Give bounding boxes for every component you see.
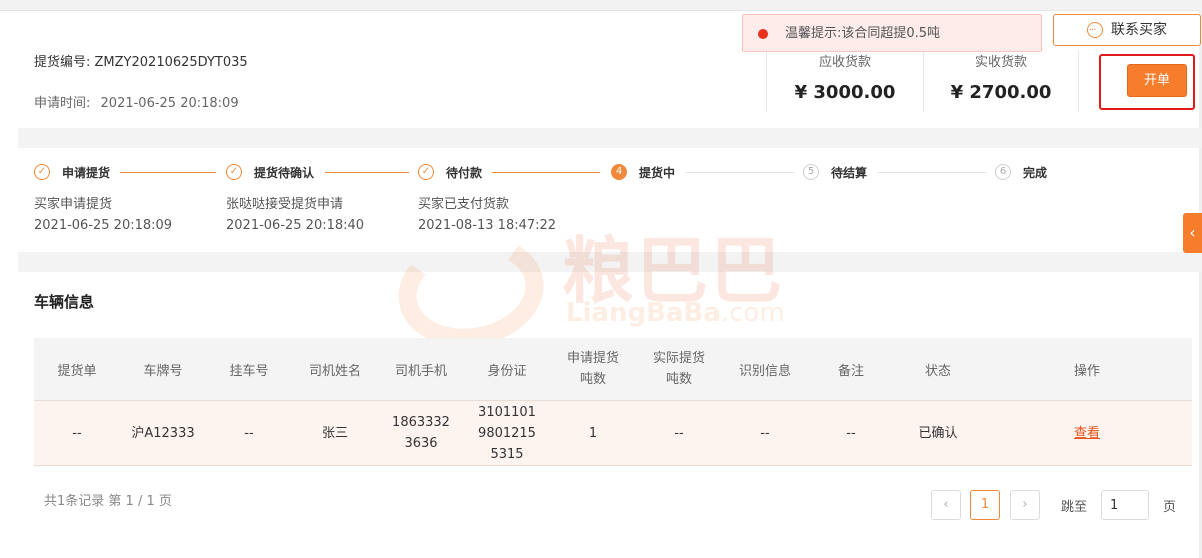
view-link[interactable]: 查看 <box>1074 426 1100 441</box>
order-code-value: ZMZY20210625DYT035 <box>94 55 248 70</box>
cell-apply-tons: 1 <box>550 400 636 466</box>
top-bar <box>0 0 1202 11</box>
step-connector <box>878 172 986 173</box>
cell-recognition: -- <box>722 400 808 466</box>
chevron-left-icon: ‹ <box>1189 223 1196 242</box>
step-label: 提货待确认 <box>254 166 315 180</box>
column-header: 提货单 <box>34 338 120 401</box>
check-icon: ✓ <box>226 164 242 180</box>
divider <box>1078 50 1079 112</box>
page-current[interactable]: 1 <box>970 490 1000 520</box>
vehicle-table: 提货单 车牌号 挂车号 司机姓名 司机手机 身份证 申请提货吨数 实际提货吨数 … <box>34 338 1192 466</box>
received-box: 实收货款 ¥ 2700.00 <box>923 51 1079 103</box>
step-connector <box>492 172 600 173</box>
step-connector <box>325 172 409 173</box>
step-label: 完成 <box>1023 166 1048 180</box>
chat-icon <box>1087 16 1103 46</box>
apply-time: 申请时间: 2021-06-25 20:18:09 <box>34 92 239 111</box>
cell-id-wrap: 310110198012155315 <box>464 400 550 466</box>
column-header-text: 申请提货吨数 <box>566 351 619 387</box>
cell-driver: 张三 <box>292 400 378 466</box>
received-label: 实收货款 <box>974 55 1027 70</box>
step-desc: 张哒哒接受提货申请 <box>226 197 344 212</box>
step-label: 待结算 <box>831 166 868 180</box>
order-code: 提货编号: ZMZY20210625DYT035 <box>34 51 248 70</box>
received-value: ¥ 2700.00 <box>950 82 1052 103</box>
separator-band <box>18 128 1202 148</box>
separator-band <box>18 252 1202 272</box>
column-header: 操作 <box>982 338 1192 401</box>
alert-text: 温馨提示:该合同超提0.5吨 <box>785 26 941 41</box>
cell-actual-tons: -- <box>636 400 722 466</box>
receivable-label: 应收货款 <box>818 55 871 70</box>
side-panel-toggle[interactable]: ‹ <box>1183 213 1202 253</box>
watermark-sub: LiangBaBa.com <box>566 298 785 328</box>
step-3-detail: 买家已支付货款 2021-08-13 18:47:22 <box>418 194 556 236</box>
cell-remark: -- <box>808 400 894 466</box>
column-header: 司机姓名 <box>292 338 378 401</box>
contact-buyer-label: 联系买家 <box>1111 22 1167 38</box>
table-header-row: 提货单 车牌号 挂车号 司机姓名 司机手机 身份证 申请提货吨数 实际提货吨数 … <box>34 338 1192 401</box>
column-header-text: 实际提货吨数 <box>652 351 705 387</box>
prev-page-button[interactable]: ‹ <box>931 490 961 520</box>
column-header: 备注 <box>808 338 894 401</box>
step-1-detail: 买家申请提货 2021-06-25 20:18:09 <box>34 194 172 236</box>
step-time: 2021-06-25 20:18:09 <box>34 218 173 233</box>
cell-bill: -- <box>34 400 120 466</box>
column-header: 识别信息 <box>722 338 808 401</box>
step-time: 2021-06-25 20:18:40 <box>226 218 365 233</box>
cell-phone-wrap: 18633323636 <box>378 400 464 466</box>
table-row: -- 沪A12333 -- 张三 18633323636 31011019801… <box>34 400 1192 466</box>
column-header: 车牌号 <box>120 338 206 401</box>
column-header: 身份证 <box>464 338 550 401</box>
apply-time-label: 申请时间: <box>34 96 91 111</box>
watermark-sub-suffix: .com <box>720 298 785 328</box>
alert-tip: 温馨提示:该合同超提0.5吨 <box>742 14 1042 52</box>
check-icon: ✓ <box>418 164 434 180</box>
cell-phone: 18633323636 <box>392 415 450 451</box>
step-label: 提货中 <box>639 166 676 180</box>
jump-label: 跳至 <box>1061 500 1088 515</box>
next-page-button[interactable]: › <box>1010 490 1040 520</box>
step-label: 待付款 <box>446 166 483 180</box>
jump-page-input[interactable] <box>1101 490 1149 520</box>
step-desc: 买家申请提货 <box>34 197 113 212</box>
apply-time-value: 2021-06-25 20:18:09 <box>100 96 239 111</box>
column-header: 申请提货吨数 <box>550 338 636 401</box>
step-number: 5 <box>803 164 819 180</box>
watermark-sub-main: LiangBaBa <box>566 298 721 328</box>
page-suffix: 页 <box>1163 500 1177 515</box>
column-header: 状态 <box>894 338 982 401</box>
order-code-label: 提货编号: <box>34 55 91 70</box>
step-number: 4 <box>611 164 627 180</box>
step-connector <box>686 172 794 173</box>
receivable-box: 应收货款 ¥ 3000.00 <box>766 51 924 103</box>
alert-icon <box>758 29 768 39</box>
cell-action: 查看 <box>982 400 1192 466</box>
receivable-value: ¥ 3000.00 <box>794 82 896 103</box>
cell-trailer: -- <box>206 400 292 466</box>
status-badge: 已确认 <box>894 400 982 466</box>
pagination-summary: 共1条记录 第 1 / 1 页 <box>44 494 172 509</box>
step-2-detail: 张哒哒接受提货申请 2021-06-25 20:18:40 <box>226 194 364 236</box>
step-connector <box>120 172 216 173</box>
column-header: 挂车号 <box>206 338 292 401</box>
check-icon: ✓ <box>34 164 50 180</box>
step-time: 2021-08-13 18:47:22 <box>418 218 557 233</box>
cell-plate: 沪A12333 <box>120 400 206 466</box>
column-header: 司机手机 <box>378 338 464 401</box>
step-label: 申请提货 <box>62 166 111 180</box>
open-order-button[interactable]: 开单 <box>1127 64 1187 97</box>
column-header: 实际提货吨数 <box>636 338 722 401</box>
step-number: 6 <box>995 164 1011 180</box>
contact-buyer-button[interactable]: 联系买家 <box>1053 14 1201 46</box>
vehicle-section-title: 车辆信息 <box>34 293 95 311</box>
step-desc: 买家已支付货款 <box>418 197 510 212</box>
cell-id-card: 310110198012155315 <box>478 404 536 462</box>
